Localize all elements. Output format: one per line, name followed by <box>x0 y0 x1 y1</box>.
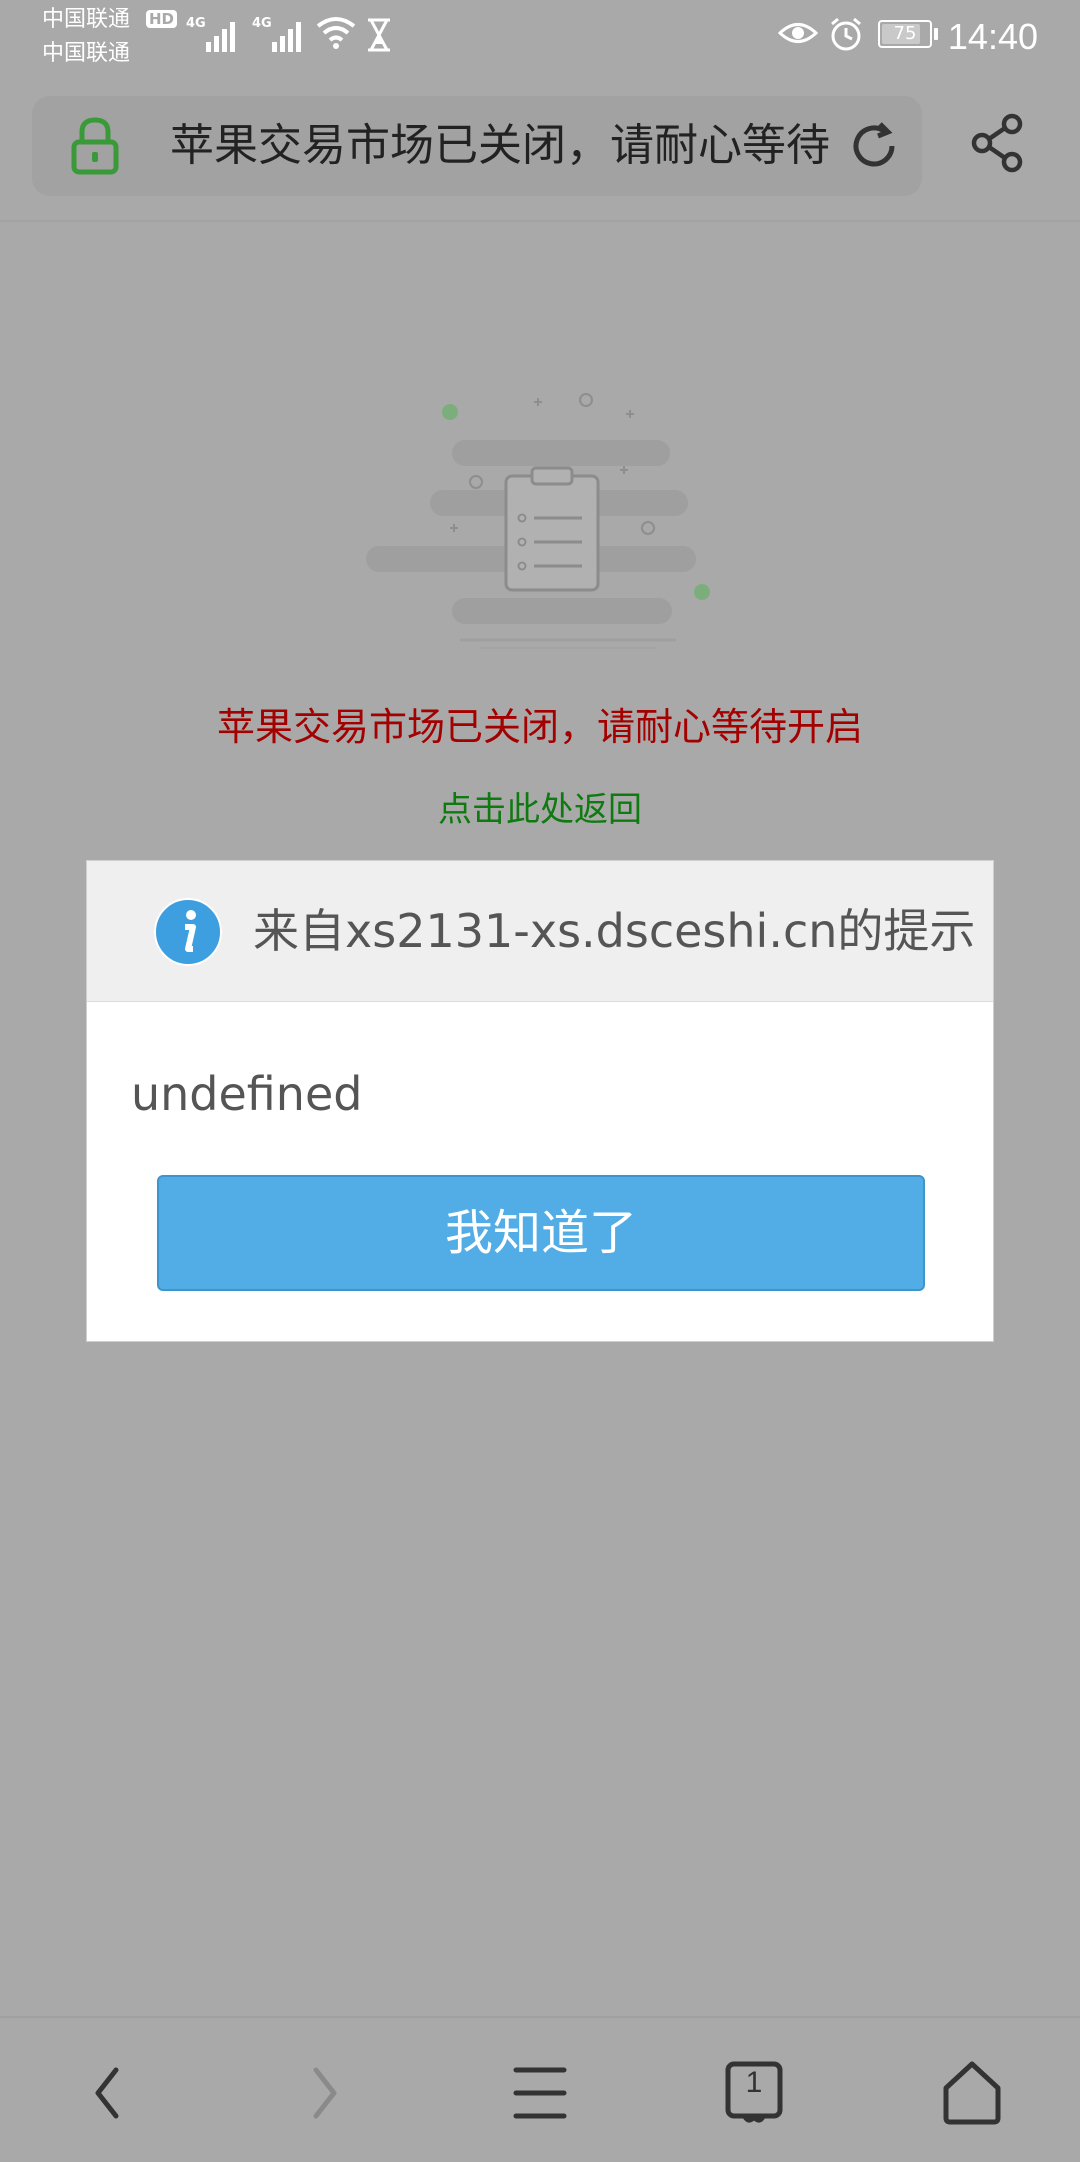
eye-comfort-icon <box>778 23 818 43</box>
network-type-1: 4G <box>186 16 206 31</box>
back-link[interactable]: 点击此处返回 <box>0 782 1080 831</box>
battery-level: 75 <box>893 23 917 44</box>
browser-address-bar: 苹果交易市场已关闭，请耐心等待开启 <box>0 80 1080 222</box>
bottom-navigation: 1 <box>0 2016 1080 2162</box>
tab-count: 1 <box>745 2066 763 2099</box>
hd-badge: HD <box>146 10 178 28</box>
lock-icon <box>71 117 119 175</box>
wifi-icon <box>316 17 356 49</box>
alarm-icon <box>831 17 861 51</box>
dialog-title: 来自xs2131-xs.dsceshi.cn的提示 <box>253 904 976 958</box>
dialog-message: undefined <box>131 1067 363 1121</box>
tabs-button[interactable]: 1 <box>714 2058 794 2128</box>
page-title-in-address-bar: 苹果交易市场已关闭，请耐心等待开启 <box>170 120 830 171</box>
hourglass-icon <box>368 18 390 52</box>
market-closed-message: 苹果交易市场已关闭，请耐心等待开启 <box>216 705 863 749</box>
forward-arrow-icon[interactable] <box>284 2058 364 2128</box>
signal-2-icon: 4G <box>252 12 304 52</box>
share-icon[interactable] <box>970 112 1026 174</box>
alert-dialog: 来自xs2131-xs.dsceshi.cn的提示 undefined 我知道了 <box>86 860 994 1342</box>
reload-icon[interactable] <box>846 118 902 174</box>
empty-clipboard-illustration <box>366 393 710 649</box>
info-icon <box>154 898 222 966</box>
carrier-label-2: 中国联通 <box>42 41 131 66</box>
url-field[interactable]: 苹果交易市场已关闭，请耐心等待开启 <box>32 96 922 196</box>
clock: 14:40 <box>947 16 1038 57</box>
signal-1-icon: 4G <box>186 12 238 52</box>
menu-icon[interactable] <box>500 2058 580 2128</box>
status-bar: 中国联通 HD 中国联通 4G 4G 75 14:40 <box>0 0 1080 80</box>
carrier-label-1: 中国联通 <box>42 7 131 32</box>
back-arrow-icon[interactable] <box>68 2058 148 2128</box>
network-type-2: 4G <box>252 16 272 31</box>
dialog-header: 来自xs2131-xs.dsceshi.cn的提示 <box>87 861 993 1002</box>
home-icon[interactable] <box>932 2058 1012 2128</box>
ok-button[interactable]: 我知道了 <box>157 1175 925 1291</box>
battery-icon: 75 <box>878 20 932 48</box>
